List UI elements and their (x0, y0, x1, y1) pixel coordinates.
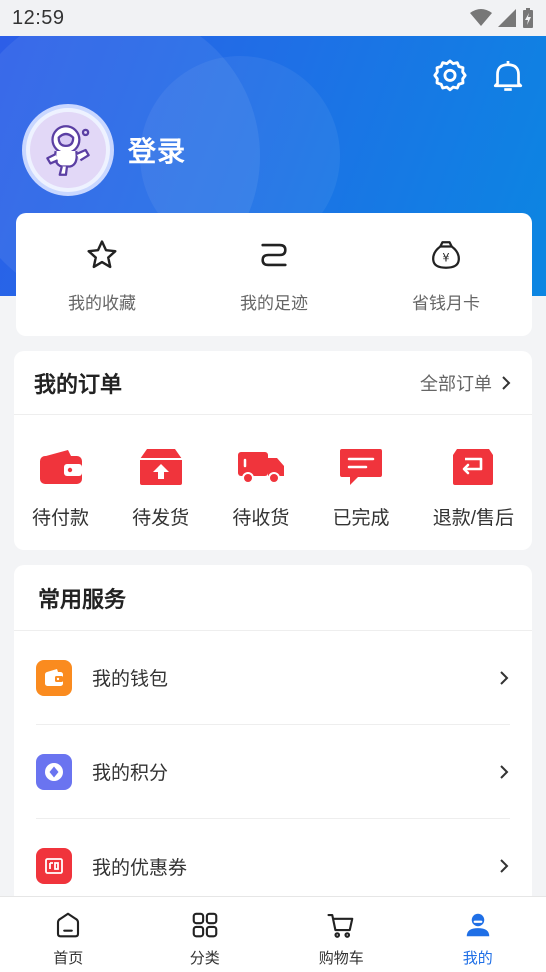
coupon-icon (36, 848, 72, 884)
chevron-right-icon (502, 375, 511, 390)
chevron-right-icon (500, 670, 509, 685)
orders-card: 我的订单 全部订单 待付款 待发货 待收货 已完成 退款/售后 (14, 351, 532, 550)
status-bar: 12:59 (0, 0, 546, 36)
star-icon (87, 240, 117, 269)
footprint-icon (261, 243, 287, 267)
astronaut-icon (46, 125, 90, 176)
money-bag-icon: ¥ (432, 241, 460, 269)
order-completed[interactable]: 已完成 (333, 445, 390, 530)
tab-category[interactable]: 分类 (137, 897, 274, 972)
wallet-icon (39, 450, 82, 484)
home-icon (57, 912, 80, 938)
svg-text:¥: ¥ (442, 250, 449, 264)
battery-icon (523, 8, 533, 28)
points-icon (36, 753, 72, 790)
service-label: 我的积分 (92, 763, 169, 784)
service-item-wallet[interactable]: 我的钱包 (36, 631, 510, 725)
order-status-label: 待发货 (132, 508, 190, 529)
tab-home[interactable]: 首页 (0, 897, 137, 972)
wifi-icon (470, 9, 492, 26)
truck-icon (237, 452, 284, 484)
orders-header: 我的订单 全部订单 (14, 351, 532, 415)
order-refund-aftersales[interactable]: 退款/售后 (433, 445, 514, 530)
services-header: 常用服务 (14, 565, 532, 631)
signal-icon (498, 9, 516, 27)
tab-label: 分类 (189, 950, 220, 967)
service-item-points[interactable]: 我的积分 (36, 725, 510, 819)
avatar[interactable] (22, 104, 114, 196)
order-pending-receipt[interactable]: 待收货 (232, 445, 289, 530)
chat-check-icon (340, 449, 383, 485)
quick-links-card: 我的收藏 我的足迹 ¥ 省钱月卡 (16, 213, 532, 336)
user-icon (466, 913, 489, 937)
bottom-tab-bar: 首页 分类 购物车 我的 (0, 896, 546, 972)
quick-link-label: 我的收藏 (68, 294, 136, 313)
quick-link-monthly-card[interactable]: ¥ 省钱月卡 (360, 213, 532, 336)
login-link[interactable]: 登录 (128, 130, 186, 170)
status-time: 12:59 (12, 6, 65, 29)
quick-link-favorites[interactable]: 我的收藏 (16, 213, 188, 336)
service-label: 我的优惠券 (92, 857, 188, 879)
chevron-right-icon (500, 859, 509, 873)
order-status-label: 待收货 (232, 508, 290, 529)
quick-link-footprints[interactable]: 我的足迹 (188, 213, 360, 336)
box-upload-icon (139, 449, 182, 485)
order-pending-shipment[interactable]: 待发货 (132, 445, 189, 530)
all-orders-label: 全部订单 (420, 373, 492, 394)
gear-icon (433, 59, 467, 92)
quick-link-label: 我的足迹 (240, 294, 308, 313)
settings-button[interactable] (430, 56, 470, 96)
cart-icon (327, 913, 354, 938)
notifications-button[interactable] (488, 56, 528, 96)
services-title: 常用服务 (38, 586, 127, 612)
tab-label: 购物车 (318, 950, 364, 967)
service-label: 我的钱包 (92, 669, 169, 690)
service-item-coupons[interactable]: 我的优惠券 (36, 819, 510, 905)
status-icons (470, 8, 534, 28)
chevron-right-icon (500, 764, 509, 779)
order-status-label: 已完成 (332, 508, 390, 529)
refund-icon (453, 449, 494, 485)
tab-label: 我的 (462, 950, 493, 967)
order-pending-payment[interactable]: 待付款 (32, 445, 89, 530)
grid-icon (192, 912, 218, 938)
order-status-label: 退款/售后 (432, 508, 514, 529)
wallet-icon (36, 659, 72, 696)
services-card: 常用服务 我的钱包 我的积分 我的优惠券 (14, 565, 532, 905)
order-status-label: 待付款 (32, 508, 90, 529)
bell-icon (493, 61, 523, 91)
tab-cart[interactable]: 购物车 (273, 897, 410, 972)
tab-label: 首页 (53, 950, 84, 967)
quick-link-label: 省钱月卡 (412, 294, 480, 313)
all-orders-link[interactable]: 全部订单 (420, 370, 512, 396)
tab-mine[interactable]: 我的 (410, 897, 546, 972)
orders-title: 我的订单 (34, 371, 123, 397)
